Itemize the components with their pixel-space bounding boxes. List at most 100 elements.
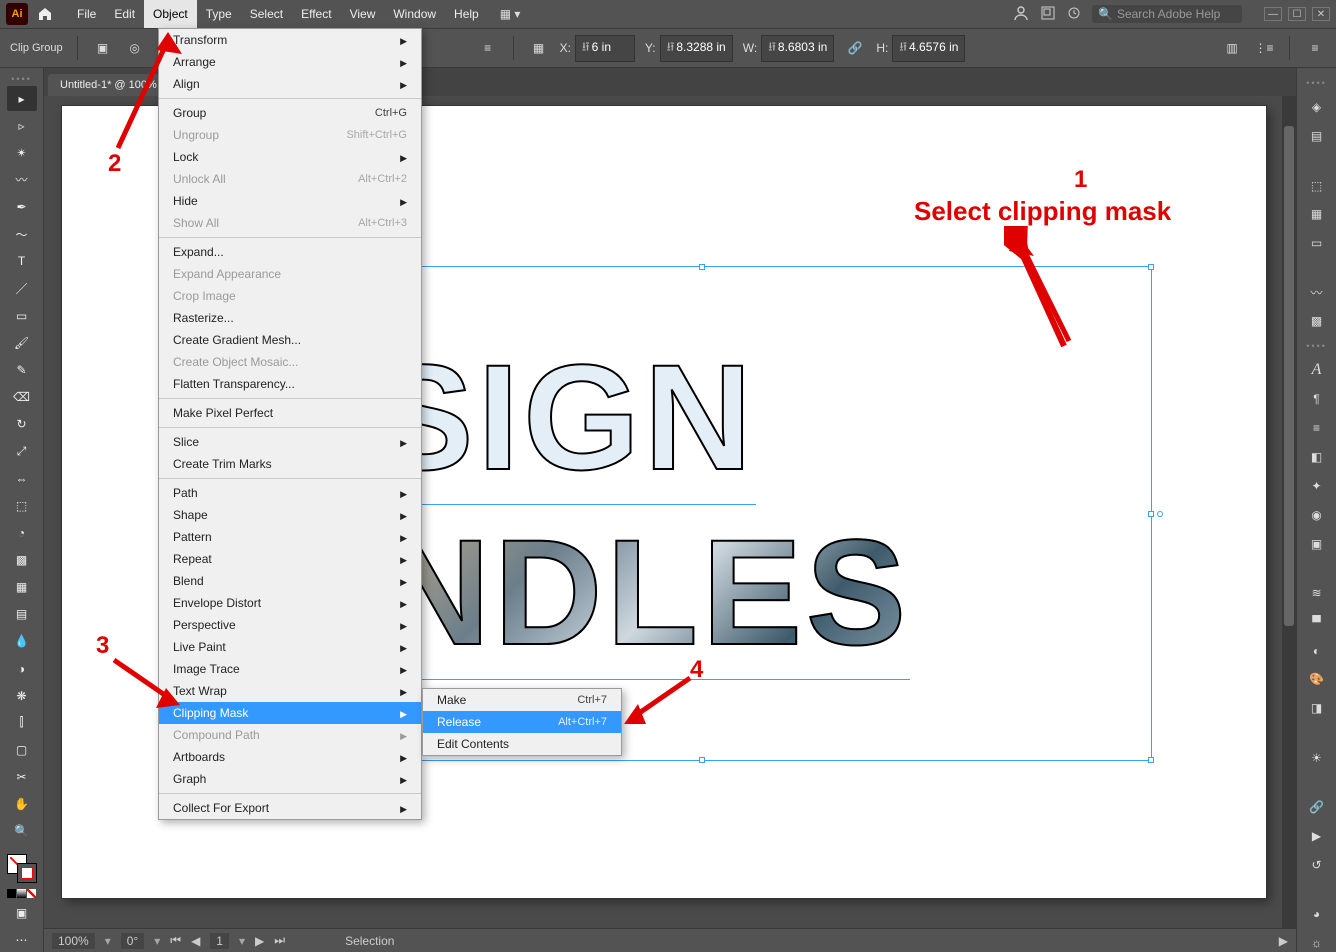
screen-mode-tool[interactable]: ▣ [7, 900, 37, 925]
menu-item-collect-for-export[interactable]: Collect For Export [159, 797, 421, 819]
h-field[interactable]: H:⭿4.6576 in [876, 35, 965, 62]
line-tool[interactable]: ／ [7, 276, 37, 301]
menu-item-clipping-mask[interactable]: Clipping Mask [159, 702, 421, 724]
pen-tool[interactable]: ✒ [7, 195, 37, 220]
zoom-tool[interactable]: 🔍 [7, 819, 37, 844]
menu-item-hide[interactable]: Hide [159, 190, 421, 212]
menu-select[interactable]: Select [241, 0, 292, 28]
appearance-panel-icon[interactable]: ◉ [1306, 505, 1328, 524]
paintbrush-tool[interactable]: 🖌 [7, 330, 37, 355]
swatches-panel-icon[interactable]: ▩ [1306, 312, 1328, 331]
asset-export-icon[interactable]: ▦ [1306, 205, 1328, 224]
brushes-panel-icon[interactable]: 〰 [1306, 283, 1328, 302]
menu-item-perspective[interactable]: Perspective [159, 614, 421, 636]
gradient-panel-icon[interactable]: ▀ [1306, 612, 1328, 631]
direct-selection-tool[interactable]: ▹ [7, 113, 37, 138]
color-guide-panel-icon[interactable]: ◨ [1306, 699, 1328, 718]
menu-item-repeat[interactable]: Repeat [159, 548, 421, 570]
rotate-view[interactable]: 0° [121, 933, 144, 949]
menu-item-rasterize-[interactable]: Rasterize... [159, 307, 421, 329]
menu-item-artboards[interactable]: Artboards [159, 746, 421, 768]
x-field[interactable]: X:⭿6 in [560, 35, 635, 62]
bounding-box-icon[interactable]: ▣ [92, 37, 114, 59]
eyedropper-tool[interactable]: 💧 [7, 629, 37, 654]
stroke-panel-icon[interactable]: ≋ [1306, 583, 1328, 602]
menu-item-path[interactable]: Path [159, 482, 421, 504]
layers-panel-icon[interactable]: ▤ [1306, 127, 1328, 146]
menu-item-create-gradient-mesh-[interactable]: Create Gradient Mesh... [159, 329, 421, 351]
vertical-scrollbar[interactable] [1282, 96, 1296, 928]
transparency-panel-icon[interactable]: ◐ [1306, 641, 1328, 660]
history-panel-icon[interactable]: ↺ [1306, 855, 1328, 874]
clipping-mask-submenu[interactable]: MakeCtrl+7ReleaseAlt+Ctrl+7Edit Contents [422, 688, 622, 756]
shape-builder-tool[interactable]: ◔ [7, 520, 37, 545]
actions-panel-icon[interactable]: ▶ [1306, 826, 1328, 845]
menu-window[interactable]: Window [384, 0, 445, 28]
minimize-button[interactable]: — [1264, 7, 1282, 21]
width-tool[interactable]: ⇔ [7, 466, 37, 491]
paragraph-panel-icon[interactable]: ¶ [1306, 390, 1328, 409]
menu-item-graph[interactable]: Graph [159, 768, 421, 790]
close-button[interactable]: ✕ [1312, 7, 1330, 21]
blend-tool[interactable]: ◑ [7, 656, 37, 681]
menu-edit[interactable]: Edit [105, 0, 144, 28]
y-field[interactable]: Y:⭿8.3288 in [645, 35, 733, 62]
menu-item-lock[interactable]: Lock [159, 146, 421, 168]
user-icon[interactable] [1012, 4, 1030, 25]
scale-tool[interactable]: ⤢ [7, 439, 37, 464]
color-panel-icon[interactable]: 🎨 [1306, 670, 1328, 689]
menu-item-blend[interactable]: Blend [159, 570, 421, 592]
artboard-number[interactable]: 1 [210, 933, 229, 949]
artboard-tool[interactable]: ▢ [7, 737, 37, 762]
curvature-tool[interactable]: 〜 [7, 222, 37, 247]
edit-contents-icon[interactable]: ◎ [124, 37, 146, 59]
shaper-tool[interactable]: ✎ [7, 357, 37, 382]
mesh-tool[interactable]: ▦ [7, 575, 37, 600]
perspective-grid-tool[interactable]: ▩ [7, 547, 37, 572]
artboard-nav-prev[interactable]: ◀ [191, 934, 200, 948]
rotate-tool[interactable]: ↻ [7, 412, 37, 437]
search-help-icon[interactable] [1066, 5, 1082, 24]
links-panel-icon[interactable]: 🔗 [1306, 797, 1328, 816]
properties-panel-icon[interactable]: ◈ [1306, 98, 1328, 117]
recolor-panel-icon[interactable]: ☼ [1306, 933, 1328, 952]
color-themes-panel-icon[interactable]: ◕ [1306, 904, 1328, 923]
artboard-nav-last[interactable]: ⏭ [274, 933, 285, 948]
menu-item-live-paint[interactable]: Live Paint [159, 636, 421, 658]
arrange-docs-icon[interactable] [1040, 5, 1056, 24]
transform-ref-icon[interactable]: ▦ [528, 37, 550, 59]
search-input[interactable]: 🔍Search Adobe Help [1092, 5, 1242, 23]
artboard-nav-next[interactable]: ▶ [255, 934, 264, 948]
menu-view[interactable]: View [341, 0, 385, 28]
slice-tool[interactable]: ✂ [7, 765, 37, 790]
type-tool[interactable]: T [7, 249, 37, 274]
menu-help[interactable]: Help [445, 0, 488, 28]
maximize-button[interactable]: ☐ [1288, 7, 1306, 21]
opt-icon-a[interactable]: ▥ [1221, 37, 1243, 59]
lasso-tool[interactable]: 〰 [7, 167, 37, 192]
menu-item-pattern[interactable]: Pattern [159, 526, 421, 548]
menu-item-release[interactable]: ReleaseAlt+Ctrl+7 [423, 711, 621, 733]
artboards-panel-icon[interactable]: ▭ [1306, 234, 1328, 253]
menu-item-create-trim-marks[interactable]: Create Trim Marks [159, 453, 421, 475]
symbols-panel-icon[interactable]: ☀ [1306, 748, 1328, 767]
menu-item-flatten-transparency-[interactable]: Flatten Transparency... [159, 373, 421, 395]
menu-item-image-trace[interactable]: Image Trace [159, 658, 421, 680]
menu-item-edit-contents[interactable]: Edit Contents [423, 733, 621, 755]
hand-tool[interactable]: ✋ [7, 792, 37, 817]
menu-item-make[interactable]: MakeCtrl+7 [423, 689, 621, 711]
menu-item-expand-[interactable]: Expand... [159, 241, 421, 263]
menu-item-arrange[interactable]: Arrange [159, 51, 421, 73]
eraser-tool[interactable]: ⌫ [7, 385, 37, 410]
panel-menu-icon[interactable]: ≡ [1304, 37, 1326, 59]
opt-icon-b[interactable]: ⋮≡ [1253, 37, 1275, 59]
fill-stroke-swatches[interactable] [7, 854, 37, 883]
transform-panel-icon[interactable]: ✦ [1306, 476, 1328, 495]
align-icon[interactable]: ≡ [477, 37, 499, 59]
edit-toolbar[interactable]: ⋯ [7, 927, 37, 952]
menu-item-transform[interactable]: Transform [159, 29, 421, 51]
zoom-level[interactable]: 100% [52, 933, 95, 949]
object-menu-dropdown[interactable]: TransformArrangeAlignGroupCtrl+GUngroupS… [158, 28, 422, 820]
menu-item-slice[interactable]: Slice [159, 431, 421, 453]
pathfinder-panel-icon[interactable]: ◧ [1306, 448, 1328, 467]
